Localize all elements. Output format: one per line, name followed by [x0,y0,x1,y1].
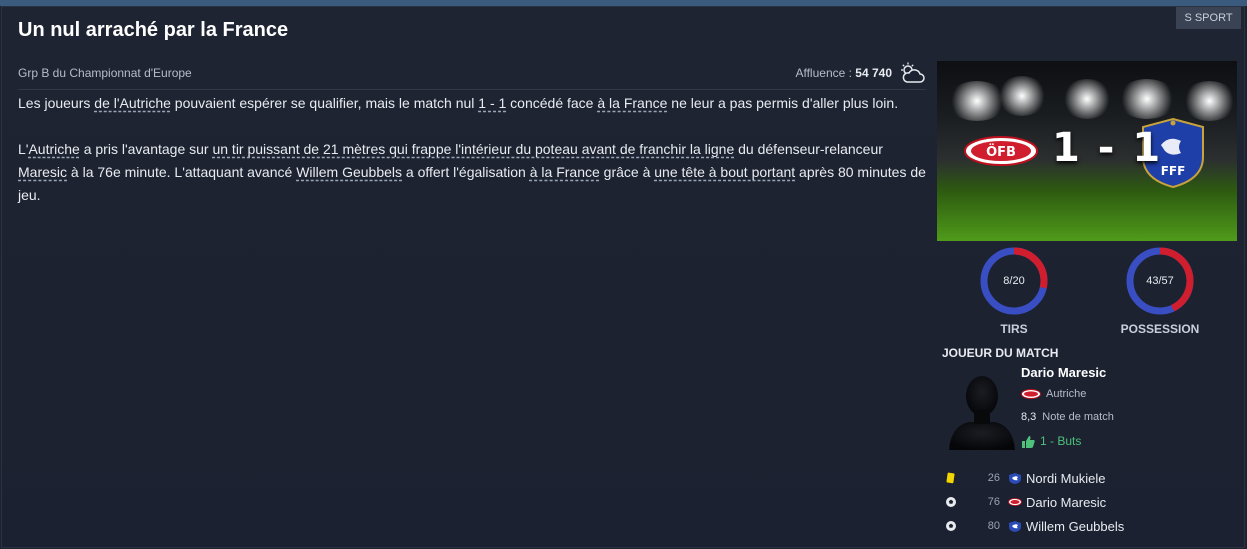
article-link[interactable]: Maresic [18,164,67,180]
yellow-card-icon [944,471,958,485]
austria-flag-icon [1021,389,1041,399]
austria-crest-text: ÖFB [986,144,1016,160]
stat-shots[interactable]: 8/20 TIRS [974,246,1054,336]
article-link[interactable]: Autriche [28,141,79,157]
player-goals: 1 - Buts [1021,434,1081,448]
article-body: Les joueurs de l'Autriche pouvaient espé… [18,92,928,230]
article-paragraph-2: L'Autriche a pris l'avantage sur un tir … [18,138,928,207]
thumbs-up-icon [1022,435,1035,448]
article-paragraph-1: Les joueurs de l'Autriche pouvaient espé… [18,92,928,115]
match-events: 26 Nordi Mukiele 76 Dario Maresic 80 Willem G… [944,466,1234,538]
article-headline: Un nul arraché par la France [18,19,289,41]
away-score: 1 [1132,125,1163,171]
home-score: 1 [1052,125,1082,171]
event-row[interactable]: 80 Willem Geubbels [944,514,1234,538]
event-player[interactable]: Dario Maresic [1026,495,1106,510]
article-text: ne leur a pas permis d'aller plus loin. [667,95,899,111]
event-minute: 80 [987,520,1000,532]
article-link[interactable]: 1 - 1 [478,95,506,111]
austria-crest: ÖFB [964,136,1038,166]
article-text: du défenseur-relanceur [734,141,883,157]
cloud-sun-icon [901,62,925,83]
austria-flag-icon [1008,496,1022,508]
article-link[interactable]: une tête à bout portant [654,164,795,180]
article-text: a pris l'avantage sur [79,141,213,157]
attendance-value: 54 740 [855,66,892,80]
event-player[interactable]: Willem Geubbels [1026,519,1124,534]
article-link[interactable]: de l'Autriche [94,95,171,111]
article-text: pouvaient espérer se qualifier, mais le … [170,95,479,111]
event-row[interactable]: 26 Nordi Mukiele [944,466,1234,490]
article-link[interactable]: à la France [530,164,600,180]
france-flag-icon [1008,472,1022,484]
divider [18,89,926,90]
article-text: grâce à [599,164,655,180]
match-score: 1 - 1 [1052,125,1162,171]
france-crest-text: FFF [1161,164,1186,178]
stat-value: 8/20 [1003,275,1025,287]
event-row[interactable]: 76 Dario Maresic [944,490,1234,514]
source-badge[interactable]: S SPORT [1176,7,1241,29]
player-goals-text: 1 - Buts [1040,434,1082,448]
stadium-light [997,76,1047,116]
competition-label[interactable]: Grp B du Championnat d'Europe [18,66,192,80]
player-rating: 8,3 Note de match [1021,411,1114,423]
player-name[interactable]: Dario Maresic [1021,365,1106,380]
player-team[interactable]: Autriche [1021,388,1086,400]
player-rating-label: Note de match [1042,411,1114,423]
attendance-label: Affluence : [795,66,852,80]
stat-value: 43/57 [1146,275,1174,287]
player-rating-value: 8,3 [1021,411,1037,423]
player-silhouette-icon[interactable] [947,370,1017,450]
article-text: concédé face [506,95,598,111]
article-text: a offert l'égalisation [402,164,530,180]
stat-label: POSSESSION [1120,322,1200,336]
attendance: Affluence : 54 740 [760,66,892,80]
man-of-the-match-title: JOUEUR DU MATCH [942,346,1059,360]
event-player[interactable]: Nordi Mukiele [1026,471,1105,486]
stadium-light [1062,79,1112,119]
goal-ball-icon [944,519,958,533]
article-text: à la 76e minute. L'attaquant avancé [67,164,297,180]
player-team-name: Autriche [1046,388,1087,400]
article-link[interactable]: à la France [597,95,667,111]
article-text: Les joueurs [18,95,95,111]
france-flag-icon [1008,520,1022,532]
stat-possession[interactable]: 43/57 POSSESSION [1120,246,1200,336]
stat-label: TIRS [1000,322,1028,336]
article-text: L' [18,141,29,157]
event-minute: 76 [987,496,1000,508]
stadium-light [1182,81,1237,121]
event-minute: 26 [987,472,1000,484]
goal-ball-icon [944,495,958,509]
score-separator: - [1097,125,1117,171]
article-link[interactable]: un tir puissant de 21 mètres qui frappe … [212,141,734,157]
article-link[interactable]: Willem Geubbels [296,164,402,180]
stadium-light [1117,79,1177,119]
